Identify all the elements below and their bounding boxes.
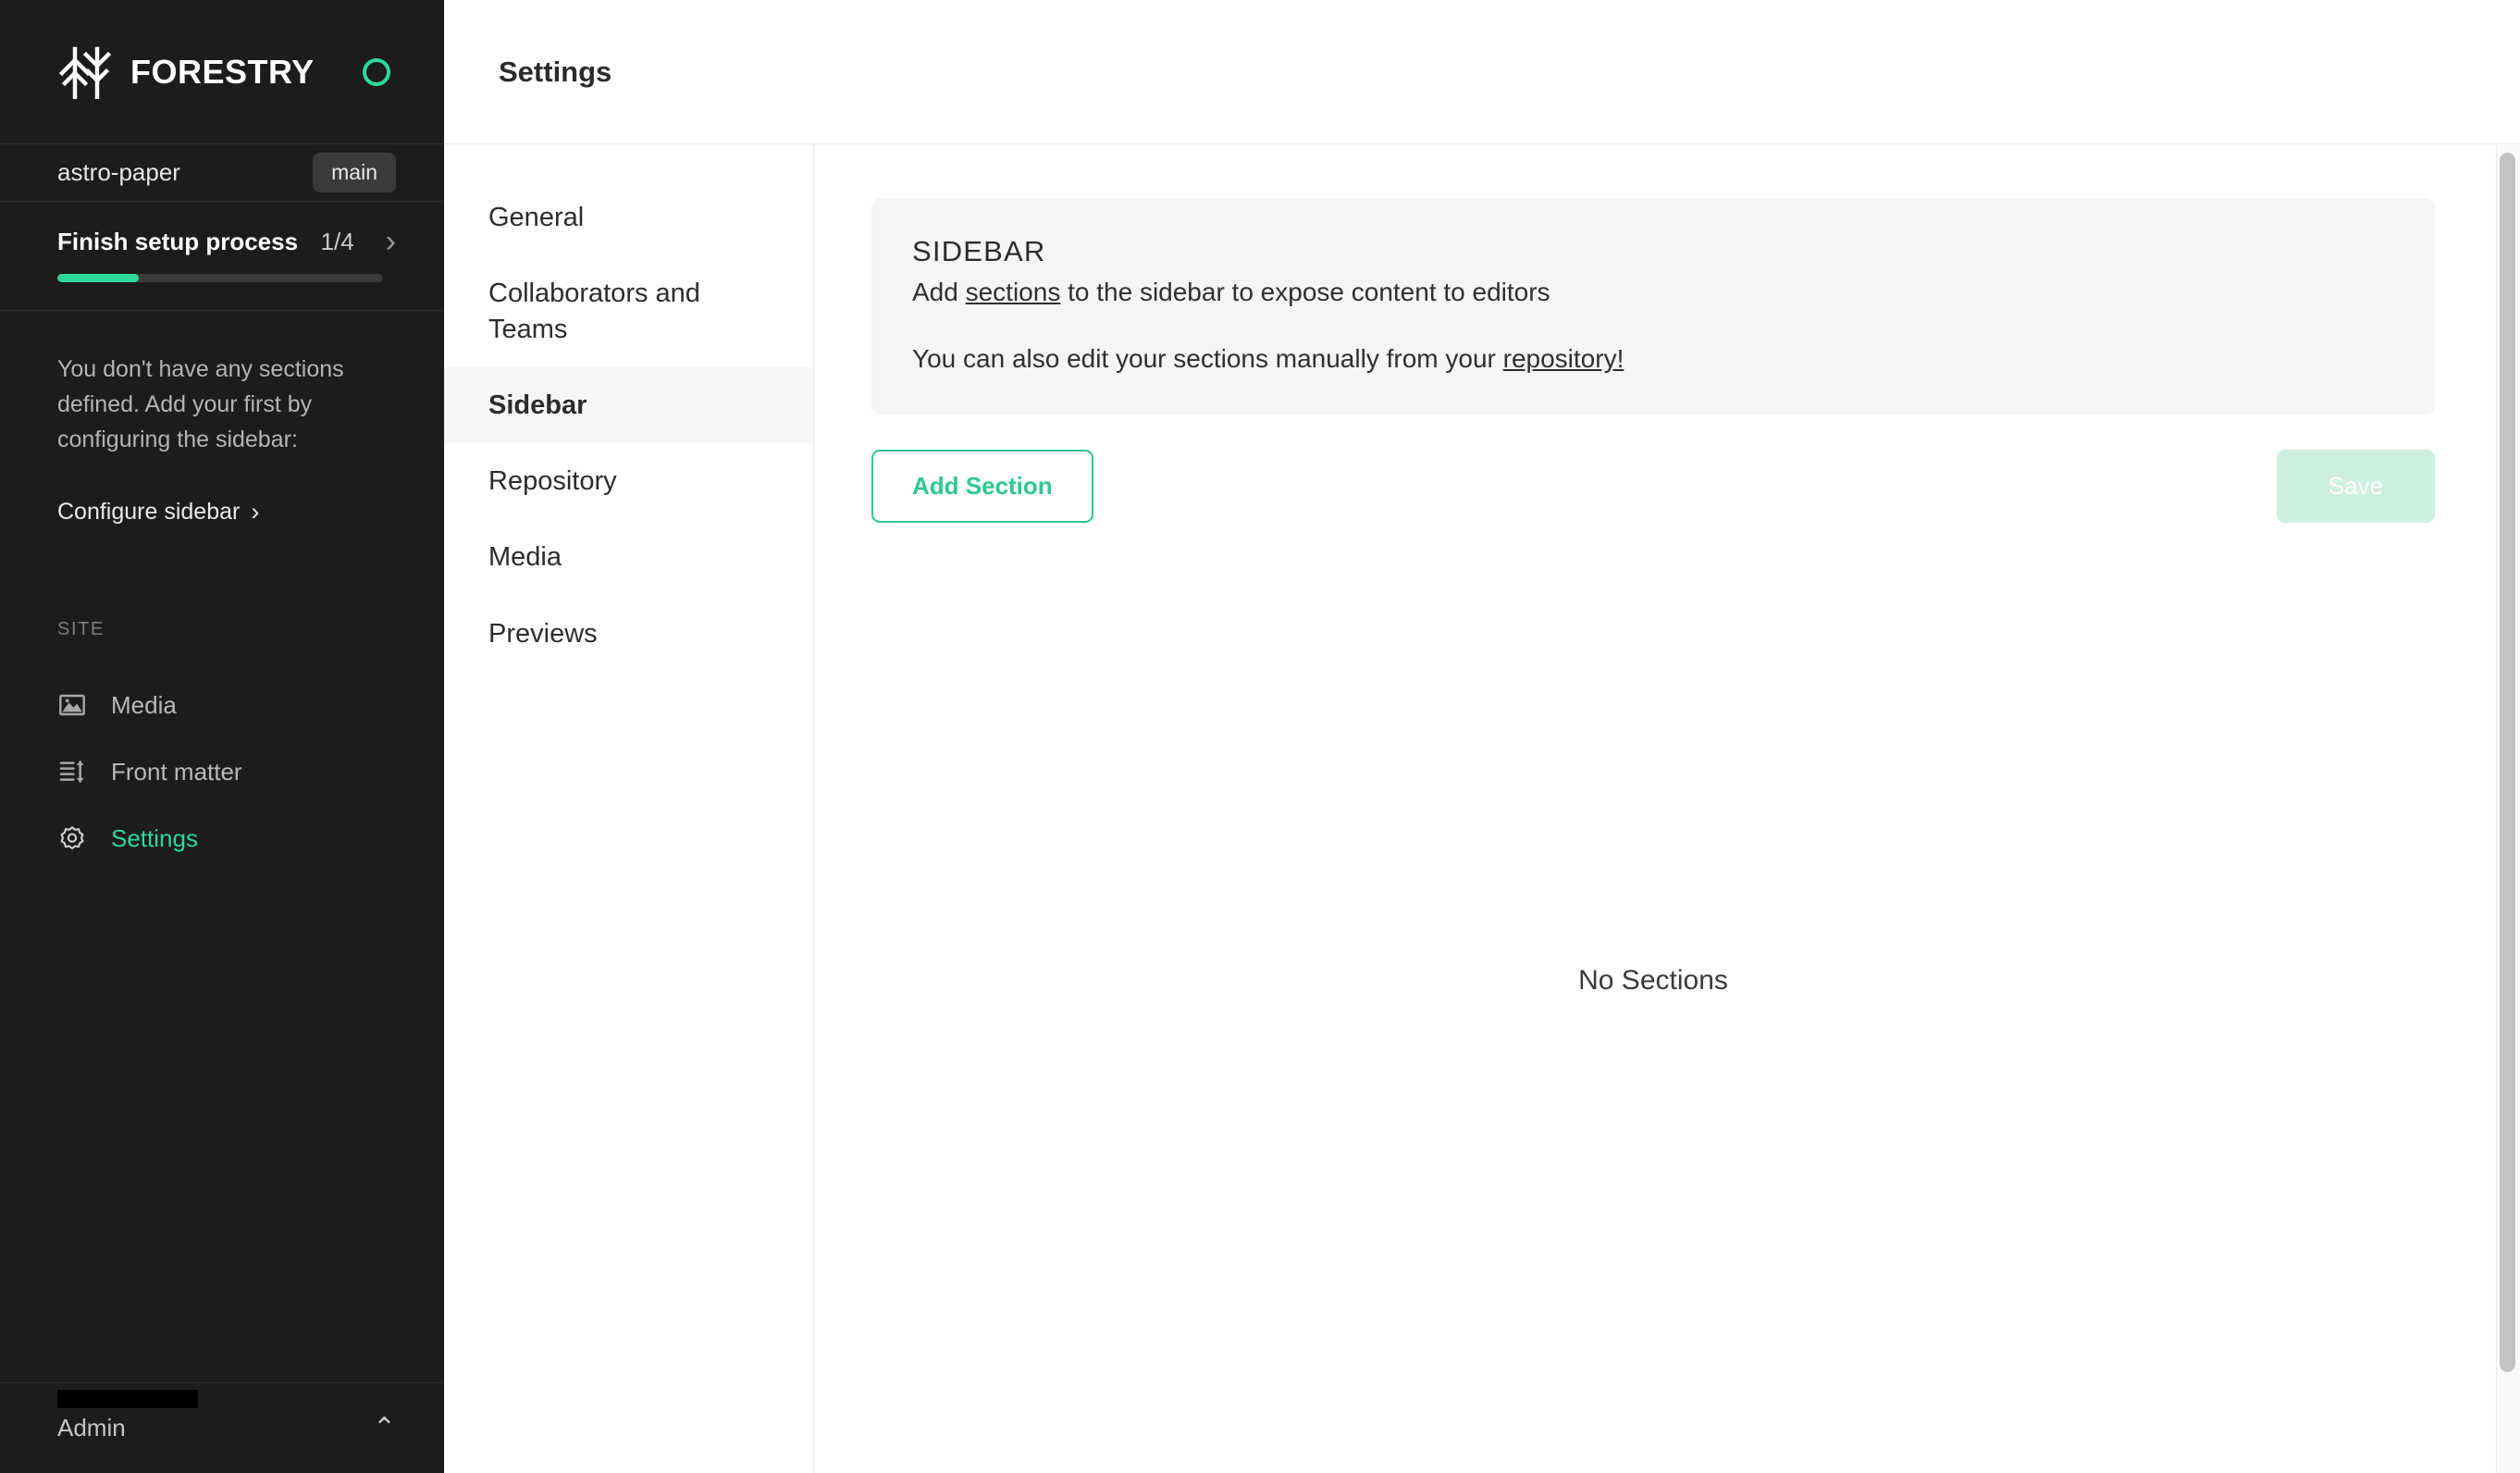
settings-content: SIDEBAR Add sections to the sidebar to e…	[814, 144, 2520, 1473]
sidebar-item-media[interactable]: Media	[57, 672, 387, 738]
configure-sidebar-label: Configure sidebar	[57, 499, 241, 525]
chevron-right-icon[interactable]: ›	[386, 226, 396, 257]
redacted-username	[57, 1390, 198, 1408]
repository-row[interactable]: astro-paper main	[0, 144, 444, 202]
tab-collaborators-and-teams[interactable]: Collaborators and Teams	[444, 255, 813, 367]
app-root: FORESTRY astro-paper main Finish setup p…	[0, 0, 2520, 1473]
add-section-button[interactable]: Add Section	[871, 450, 1093, 523]
setup-progress-header: Finish setup process 1/4 ›	[57, 226, 396, 257]
vertical-scrollbar[interactable]	[2496, 145, 2520, 1473]
configure-sidebar-link[interactable]: Configure sidebar ›	[57, 498, 259, 526]
scrollbar-thumb[interactable]	[2500, 153, 2515, 1372]
page-title: Settings	[499, 55, 612, 88]
tab-general[interactable]: General	[444, 179, 813, 255]
brand-header: FORESTRY	[0, 0, 444, 144]
forestry-trees-logo-icon	[58, 46, 112, 99]
branch-badge[interactable]: main	[313, 153, 396, 192]
front-matter-sort-icon	[59, 761, 84, 783]
setup-progress-bar	[57, 274, 383, 282]
tab-sidebar[interactable]: Sidebar	[444, 366, 813, 444]
settings-nav: General Collaborators and Teams Sidebar …	[444, 144, 814, 1473]
site-nav-label: SITE	[57, 619, 105, 639]
body-row: General Collaborators and Teams Sidebar …	[444, 144, 2520, 1473]
setup-progress-block[interactable]: Finish setup process 1/4 ›	[0, 202, 444, 311]
info-line1-prefix: Add	[912, 278, 966, 306]
no-sections-empty-state: No Sections	[1578, 965, 1728, 996]
info-panel-line-1: Add sections to the sidebar to expose co…	[912, 278, 2394, 307]
repository-name: astro-paper	[57, 158, 180, 186]
left-sidebar: FORESTRY astro-paper main Finish setup p…	[0, 0, 444, 1473]
tab-repository[interactable]: Repository	[444, 443, 813, 519]
repository-link[interactable]: repository!	[1503, 344, 1624, 373]
brand-logo-group[interactable]: FORESTRY	[57, 45, 315, 99]
info-line2-prefix: You can also edit your sections manually…	[912, 344, 1503, 373]
sections-link[interactable]: sections	[966, 278, 1061, 306]
setup-progress-fill	[57, 274, 139, 282]
sidebar-empty-message: You don't have any sections defined. Add…	[57, 356, 344, 452]
info-panel-title: SIDEBAR	[912, 235, 1046, 267]
chevron-right-icon: ›	[251, 498, 260, 526]
site-nav-section: SITE Media Front matter Settings	[0, 619, 444, 872]
user-role-label: Admin	[57, 1414, 126, 1442]
info-line1-suffix: to the sidebar to expose content to edit…	[1060, 278, 1550, 306]
sidebar-item-label: Media	[111, 690, 177, 719]
sidebar-item-settings[interactable]: Settings	[57, 805, 387, 872]
sidebar-item-label: Settings	[111, 823, 198, 852]
sidebar-item-front-matter[interactable]: Front matter	[57, 738, 387, 805]
setup-count: 1/4	[320, 227, 354, 255]
top-bar: Settings	[444, 0, 2520, 144]
chevron-up-icon[interactable]: ⌃	[373, 1414, 396, 1442]
tab-media[interactable]: Media	[444, 519, 813, 595]
gear-icon	[60, 826, 84, 849]
status-ring-icon[interactable]	[363, 57, 390, 86]
save-button[interactable]: Save	[2276, 450, 2435, 523]
action-row: Add Section Save	[871, 450, 2435, 523]
sidebar-empty-block: You don't have any sections defined. Add…	[0, 311, 444, 526]
sidebar-info-panel: SIDEBAR Add sections to the sidebar to e…	[871, 198, 2435, 415]
info-panel-line-2: You can also edit your sections manually…	[912, 344, 2394, 374]
setup-title: Finish setup process	[57, 227, 299, 255]
user-block: Admin	[57, 1390, 198, 1442]
image-icon	[59, 694, 85, 716]
main-area: Settings General Collaborators and Teams…	[444, 0, 2520, 1473]
user-account-row[interactable]: Admin ⌃	[0, 1382, 444, 1473]
sidebar-item-label: Front matter	[111, 757, 242, 786]
tab-previews[interactable]: Previews	[444, 596, 813, 672]
brand-name: FORESTRY	[130, 52, 315, 91]
